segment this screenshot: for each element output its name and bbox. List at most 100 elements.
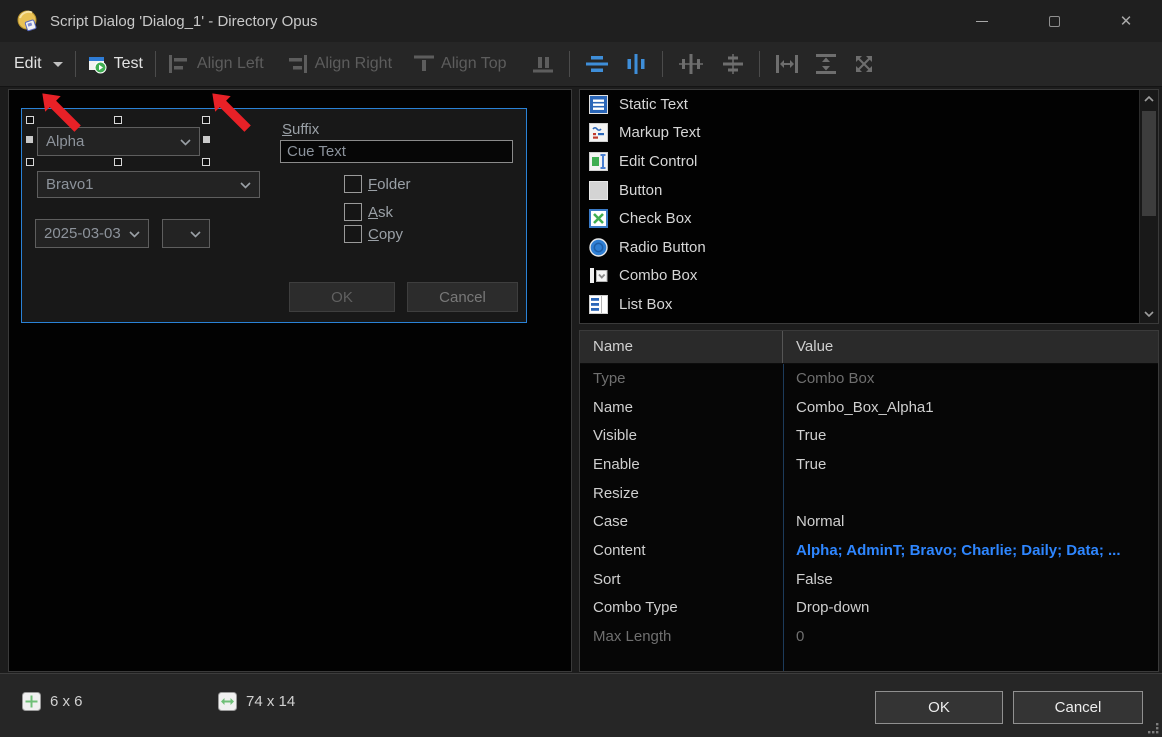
space-horizontally-icon	[679, 54, 703, 74]
column-header-name[interactable]: Name	[580, 331, 783, 363]
static-text-icon	[589, 95, 608, 114]
align-top-button[interactable]: Align Top	[414, 55, 507, 73]
combo-box-icon	[589, 266, 608, 285]
toolbar-separator	[75, 51, 76, 77]
selection-handle-bottom-center[interactable]	[114, 158, 122, 166]
toolbar-separator	[569, 51, 570, 77]
empty-combo-box[interactable]	[162, 219, 210, 248]
align-top-icon	[414, 55, 434, 73]
palette-item-static-text[interactable]: Static Text	[580, 90, 1139, 119]
selection-handle-top-center[interactable]	[114, 116, 122, 124]
property-row-visible[interactable]: Visible True	[580, 421, 1158, 450]
align-right-button[interactable]: Align Right	[286, 55, 392, 73]
close-icon: ✕	[1120, 14, 1133, 29]
ask-checkbox[interactable]	[344, 203, 362, 221]
property-row-content[interactable]: Content Alpha; AdminT; Bravo; Charlie; D…	[580, 536, 1158, 565]
chevron-down-icon	[240, 182, 251, 189]
chevron-down-icon	[190, 231, 201, 238]
align-left-button[interactable]: Align Left	[168, 55, 264, 73]
selection-handle-bottom-left[interactable]	[26, 158, 34, 166]
palette-item-radio-button[interactable]: Radio Button	[580, 233, 1139, 262]
ask-checkbox-label: Ask	[368, 204, 393, 221]
palette-item-check-box[interactable]: Check Box	[580, 204, 1139, 233]
property-row-name[interactable]: Name Combo_Box_Alpha1	[580, 393, 1158, 422]
space-horizontally-button[interactable]	[675, 54, 707, 74]
minimize-button[interactable]	[946, 0, 1018, 42]
maximize-button[interactable]	[1018, 0, 1090, 42]
selection-handle-bottom-right[interactable]	[202, 158, 210, 166]
align-top-label: Align Top	[441, 55, 507, 73]
property-row-sort[interactable]: Sort False	[580, 565, 1158, 594]
scroll-down-button[interactable]	[1140, 305, 1158, 323]
properties-panel: Name Value Type Combo Box Name Combo_Box…	[579, 330, 1159, 672]
close-button[interactable]: ✕	[1090, 0, 1162, 42]
same-height-button[interactable]	[812, 54, 840, 74]
size-icon	[218, 692, 237, 711]
copy-checkbox-label: Copy	[368, 226, 403, 243]
space-vertically-button[interactable]	[719, 54, 747, 74]
date-combo-box[interactable]: 2025-03-03	[35, 219, 149, 248]
date-combo-value: 2025-03-03	[44, 225, 121, 242]
alpha-combo-value: Alpha	[46, 133, 84, 150]
property-row-case[interactable]: Case Normal	[580, 507, 1158, 536]
center-vertically-button[interactable]	[622, 54, 650, 74]
cancel-button[interactable]: Cancel	[1013, 691, 1143, 724]
palette-scrollbar[interactable]	[1139, 90, 1158, 323]
test-dialog-icon	[88, 55, 107, 74]
align-left-icon	[168, 55, 190, 73]
control-palette-panel: Static Text Markup Text Edit Control	[579, 89, 1159, 324]
directory-opus-logo-icon	[16, 9, 40, 33]
property-row-type[interactable]: Type Combo Box	[580, 364, 1158, 393]
selection-handle-middle-left[interactable]	[26, 136, 33, 143]
selection-handle-top-left[interactable]	[26, 116, 34, 124]
edit-menu-button[interactable]: Edit	[14, 55, 63, 73]
position-value: 6 x 6	[50, 693, 83, 710]
dialog-designer-canvas[interactable]: Alpha Suffix Bravo1 2025-03-03	[8, 89, 572, 672]
column-header-value[interactable]: Value	[783, 331, 833, 363]
designed-ok-button[interactable]: OK	[289, 282, 395, 312]
align-left-label: Align Left	[197, 55, 264, 73]
selection-handle-top-right[interactable]	[202, 116, 210, 124]
align-right-icon	[286, 55, 308, 73]
designed-cancel-button[interactable]: Cancel	[407, 282, 518, 312]
selection-handle-middle-right[interactable]	[203, 136, 210, 143]
bravo-combo-value: Bravo1	[46, 176, 94, 193]
chevron-down-icon	[180, 139, 191, 146]
chevron-down-icon	[53, 62, 63, 67]
position-icon	[22, 692, 41, 711]
palette-item-markup-text[interactable]: Markup Text	[580, 119, 1139, 148]
folder-checkbox[interactable]	[344, 175, 362, 193]
property-row-max-length[interactable]: Max Length 0	[580, 622, 1158, 651]
maximize-icon	[1049, 16, 1060, 27]
property-row-resize[interactable]: Resize	[580, 479, 1158, 508]
space-vertically-icon	[723, 54, 743, 74]
suffix-label: Suffix	[282, 121, 319, 138]
align-bottom-icon	[533, 55, 553, 73]
same-width-button[interactable]	[772, 55, 802, 73]
toolbar: Edit Test Align Left Align Right	[0, 42, 1162, 87]
palette-item-edit-control[interactable]: Edit Control	[580, 147, 1139, 176]
same-size-icon	[854, 54, 874, 74]
palette-item-button[interactable]: Button	[580, 176, 1139, 205]
same-size-button[interactable]	[850, 54, 878, 74]
copy-checkbox[interactable]	[344, 225, 362, 243]
designed-dialog-surface[interactable]: Alpha Suffix Bravo1 2025-03-03	[21, 108, 527, 323]
center-horizontally-button[interactable]	[582, 55, 612, 73]
align-bottom-button[interactable]	[529, 55, 557, 73]
suffix-input[interactable]	[280, 140, 513, 163]
palette-item-list-box[interactable]: List Box	[580, 290, 1139, 319]
ok-button[interactable]: OK	[875, 691, 1003, 724]
property-row-enable[interactable]: Enable True	[580, 450, 1158, 479]
status-bar: 6 x 6 74 x 14 OK Cancel	[0, 673, 1162, 737]
scroll-up-button[interactable]	[1140, 90, 1158, 108]
alpha-combo-box[interactable]: Alpha	[37, 127, 200, 156]
property-row-combo-type[interactable]: Combo Type Drop-down	[580, 594, 1158, 623]
center-horizontally-icon	[586, 55, 608, 73]
edit-menu-label: Edit	[14, 55, 42, 73]
resize-grip[interactable]	[1146, 721, 1159, 734]
palette-item-combo-box[interactable]: Combo Box	[580, 262, 1139, 291]
bravo-combo-box[interactable]: Bravo1	[37, 171, 260, 198]
column-divider	[783, 364, 784, 671]
scrollbar-thumb[interactable]	[1142, 111, 1156, 216]
test-button[interactable]: Test	[88, 55, 143, 74]
